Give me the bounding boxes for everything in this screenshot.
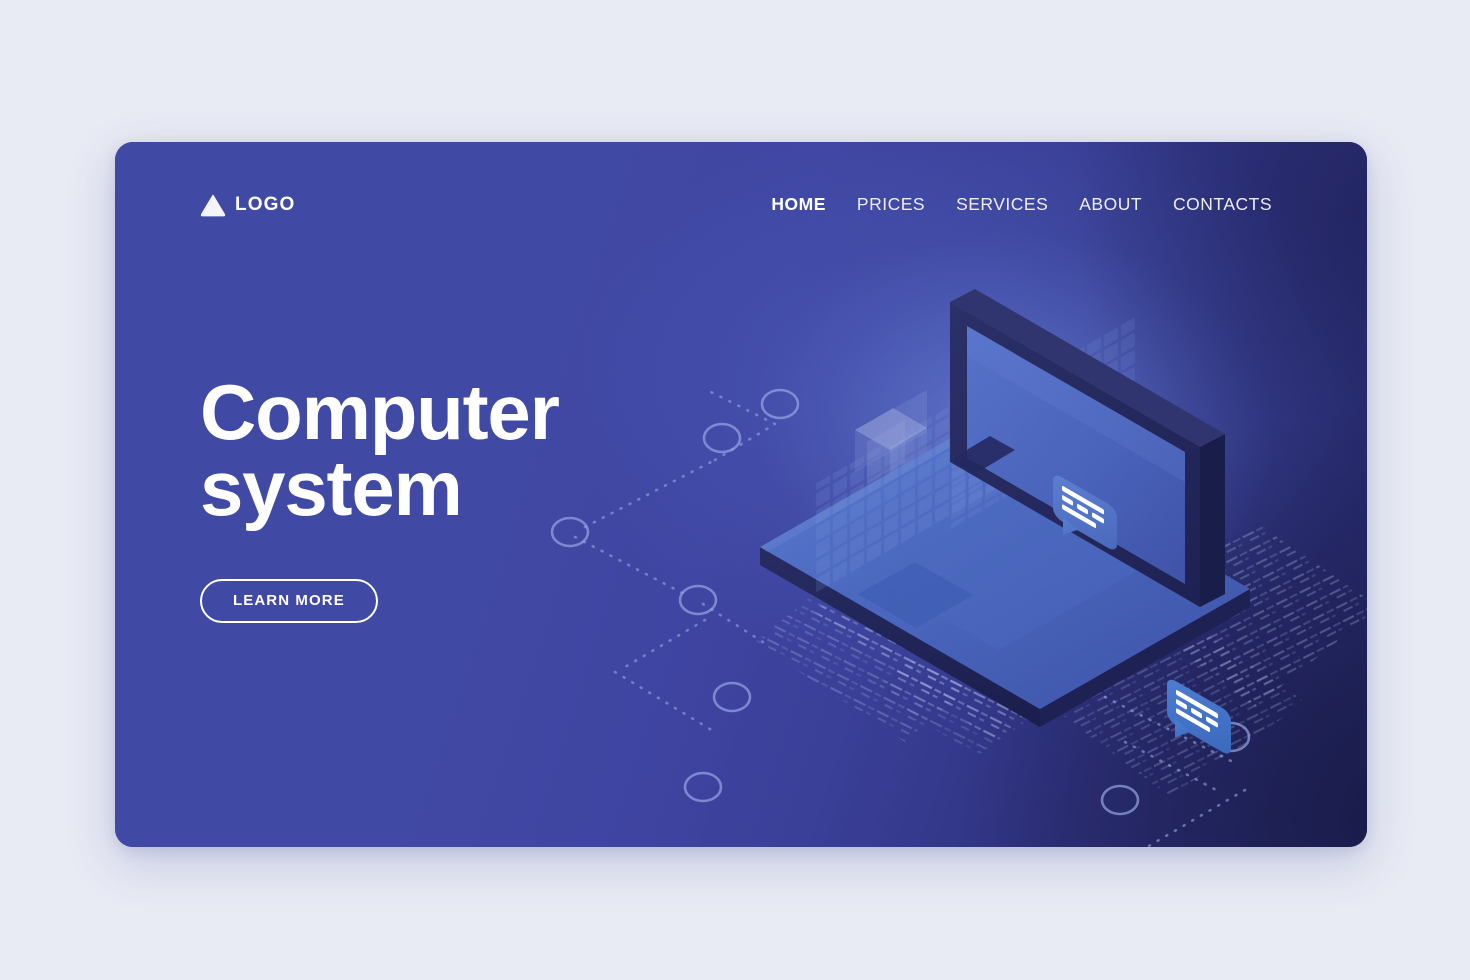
nav-link-prices[interactable]: PRICES	[857, 194, 925, 215]
hero-copy: Computer system LEARN MORE	[200, 368, 720, 623]
nav-link-contacts[interactable]: CONTACTS	[1173, 194, 1272, 215]
nav-link-about[interactable]: ABOUT	[1079, 194, 1142, 215]
page-title-line-2: system	[200, 444, 463, 533]
learn-more-button[interactable]: LEARN MORE	[200, 578, 378, 623]
page-title-line-1: Computer	[200, 368, 560, 456]
logo[interactable]: LOGO	[200, 193, 295, 217]
site-header: LOGO HOME PRICES SERVICES ABOUT CONTACTS	[115, 142, 1367, 267]
nav-link-services[interactable]: SERVICES	[956, 194, 1048, 215]
nav-link-home[interactable]: HOME	[771, 194, 826, 215]
main-nav: HOME PRICES SERVICES ABOUT CONTACTS	[771, 194, 1272, 215]
triangle-icon	[200, 194, 226, 216]
hero-card: LOGO HOME PRICES SERVICES ABOUT CONTACTS…	[115, 142, 1367, 847]
logo-text: LOGO	[235, 193, 296, 215]
page-title: Computer system	[200, 368, 720, 533]
